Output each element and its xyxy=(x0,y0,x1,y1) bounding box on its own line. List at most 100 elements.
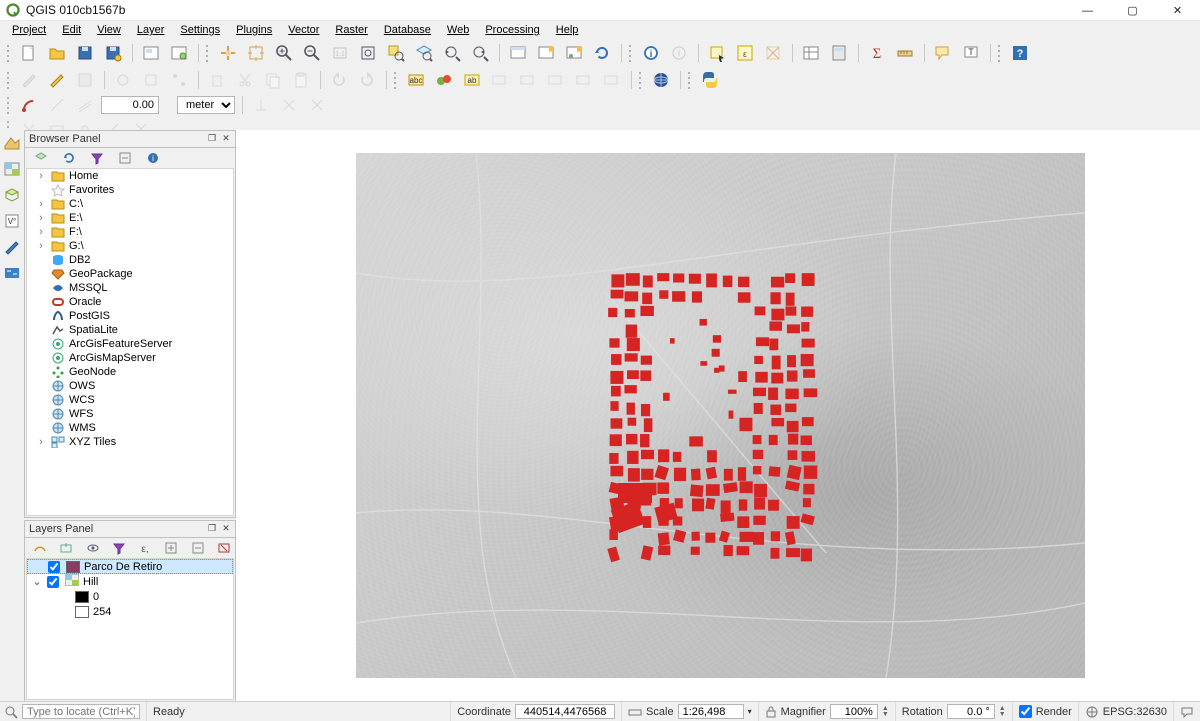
cad-distance-input[interactable] xyxy=(101,96,159,114)
window-minimize-button[interactable]: — xyxy=(1065,0,1110,21)
layers-add-group-button[interactable] xyxy=(55,536,77,560)
expand-icon[interactable]: ⌄ xyxy=(31,575,43,588)
python-console-button[interactable] xyxy=(698,68,722,92)
menu-web[interactable]: Web xyxy=(439,23,477,37)
cad-perpendicular-button[interactable] xyxy=(249,93,273,117)
browser-item[interactable]: ›C:\ xyxy=(27,197,233,211)
browser-collapse-button[interactable] xyxy=(113,146,137,170)
cad-construction-button[interactable] xyxy=(45,93,69,117)
window-maximize-button[interactable]: ▢ xyxy=(1110,0,1155,21)
zoom-next-button[interactable] xyxy=(468,41,492,65)
browser-item[interactable]: SpatiaLite xyxy=(27,323,233,337)
browser-item[interactable]: Favorites xyxy=(27,183,233,197)
add-postgis-layer-button[interactable] xyxy=(1,236,23,258)
add-mesh-layer-button[interactable] xyxy=(1,184,23,206)
messages-icon[interactable] xyxy=(1180,705,1194,719)
menu-plugins[interactable]: Plugins xyxy=(228,23,280,37)
rotation-step-down[interactable]: ▼ xyxy=(999,712,1006,718)
layers-tree[interactable]: Parco De Retiro⌄Hill0254 xyxy=(26,558,234,700)
status-scale-value[interactable] xyxy=(678,704,744,719)
cad-parallel-button[interactable] xyxy=(73,93,97,117)
lock-icon[interactable] xyxy=(765,706,777,718)
field-calculator-button[interactable] xyxy=(827,41,851,65)
menu-settings[interactable]: Settings xyxy=(172,23,228,37)
zoom-full-button[interactable] xyxy=(356,41,380,65)
new-map-view-button[interactable] xyxy=(506,41,530,65)
layers-panel-float-button[interactable]: ❐ xyxy=(205,521,219,535)
current-edits-button[interactable] xyxy=(17,68,41,92)
identify-results-button[interactable]: i xyxy=(667,41,691,65)
show-bookmarks-button[interactable] xyxy=(562,41,586,65)
browser-item[interactable]: ›Home xyxy=(27,169,233,183)
browser-tree[interactable]: ›HomeFavorites›C:\›E:\›F:\›G:\DB2GeoPack… xyxy=(26,168,234,516)
magnifier-step-down[interactable]: ▼ xyxy=(882,712,889,718)
layers-visibility-button[interactable] xyxy=(82,536,104,560)
status-rotation-value[interactable] xyxy=(947,704,995,719)
move-feature-button[interactable] xyxy=(139,68,163,92)
browser-item[interactable]: ›G:\ xyxy=(27,239,233,253)
layers-remove-button[interactable] xyxy=(213,536,235,560)
diagram-tool-button[interactable] xyxy=(432,68,456,92)
identify-button[interactable]: i xyxy=(639,41,663,65)
add-vector-layer-button[interactable] xyxy=(1,132,23,154)
show-labels-button[interactable] xyxy=(516,68,540,92)
layers-collapse-button[interactable] xyxy=(187,536,209,560)
zoom-last-button[interactable] xyxy=(440,41,464,65)
browser-add-layer-button[interactable] xyxy=(29,146,53,170)
cad-distance-units[interactable]: meters xyxy=(177,96,235,114)
browser-item[interactable]: GeoPackage xyxy=(27,267,233,281)
add-feature-button[interactable] xyxy=(111,68,135,92)
deselect-button[interactable] xyxy=(761,41,785,65)
window-close-button[interactable]: ✕ xyxy=(1155,0,1200,21)
menu-layer[interactable]: Layer xyxy=(129,23,173,37)
copy-features-button[interactable] xyxy=(261,68,285,92)
browser-item[interactable]: Oracle xyxy=(27,295,233,309)
layers-expand-button[interactable] xyxy=(160,536,182,560)
change-label-button[interactable] xyxy=(600,68,624,92)
map-tips-button[interactable] xyxy=(931,41,955,65)
cut-features-button[interactable] xyxy=(233,68,257,92)
layers-filter-button[interactable] xyxy=(108,536,130,560)
scale-dropdown-icon[interactable]: ▾ xyxy=(748,707,752,716)
browser-item[interactable]: MSSQL xyxy=(27,281,233,295)
layer-visibility-checkbox[interactable] xyxy=(48,561,60,573)
redo-button[interactable] xyxy=(355,68,379,92)
undo-button[interactable] xyxy=(327,68,351,92)
save-project-button[interactable] xyxy=(73,41,97,65)
cad-x-button[interactable] xyxy=(277,93,301,117)
menu-project[interactable]: Project xyxy=(4,23,54,37)
measure-button[interactable] xyxy=(893,41,917,65)
layer-row[interactable]: ⌄Hill xyxy=(27,574,233,589)
browser-item[interactable]: ›E:\ xyxy=(27,211,233,225)
crs-icon[interactable] xyxy=(1085,705,1099,719)
browser-filter-button[interactable] xyxy=(85,146,109,170)
pan-button[interactable] xyxy=(216,41,240,65)
menu-raster[interactable]: Raster xyxy=(327,23,375,37)
browser-item[interactable]: DB2 xyxy=(27,253,233,267)
menu-view[interactable]: View xyxy=(89,23,129,37)
browser-panel-float-button[interactable]: ❐ xyxy=(205,131,219,145)
cad-y-button[interactable] xyxy=(305,93,329,117)
menu-processing[interactable]: Processing xyxy=(477,23,547,37)
new-project-button[interactable] xyxy=(17,41,41,65)
status-magnifier-value[interactable] xyxy=(830,704,878,719)
print-layout-button[interactable] xyxy=(139,41,163,65)
browser-properties-button[interactable]: i xyxy=(141,146,165,170)
delete-selected-button[interactable] xyxy=(205,68,229,92)
rotate-label-button[interactable] xyxy=(572,68,596,92)
cad-enable-button[interactable] xyxy=(17,93,41,117)
browser-item[interactable]: ›F:\ xyxy=(27,225,233,239)
toggle-editing-button[interactable] xyxy=(45,68,69,92)
paste-features-button[interactable] xyxy=(289,68,313,92)
pin-label-button[interactable] xyxy=(488,68,512,92)
map-canvas[interactable] xyxy=(356,153,1085,678)
browser-item[interactable]: WMS xyxy=(27,421,233,435)
browser-item[interactable]: ›XYZ Tiles xyxy=(27,435,233,449)
open-attribute-table-button[interactable] xyxy=(799,41,823,65)
select-by-expression-button[interactable]: ε xyxy=(733,41,757,65)
help-button[interactable]: ? xyxy=(1008,41,1032,65)
layout-manager-button[interactable] xyxy=(167,41,191,65)
locator-input[interactable] xyxy=(22,704,140,719)
new-bookmark-button[interactable] xyxy=(534,41,558,65)
layer-row[interactable]: Parco De Retiro xyxy=(27,559,233,574)
